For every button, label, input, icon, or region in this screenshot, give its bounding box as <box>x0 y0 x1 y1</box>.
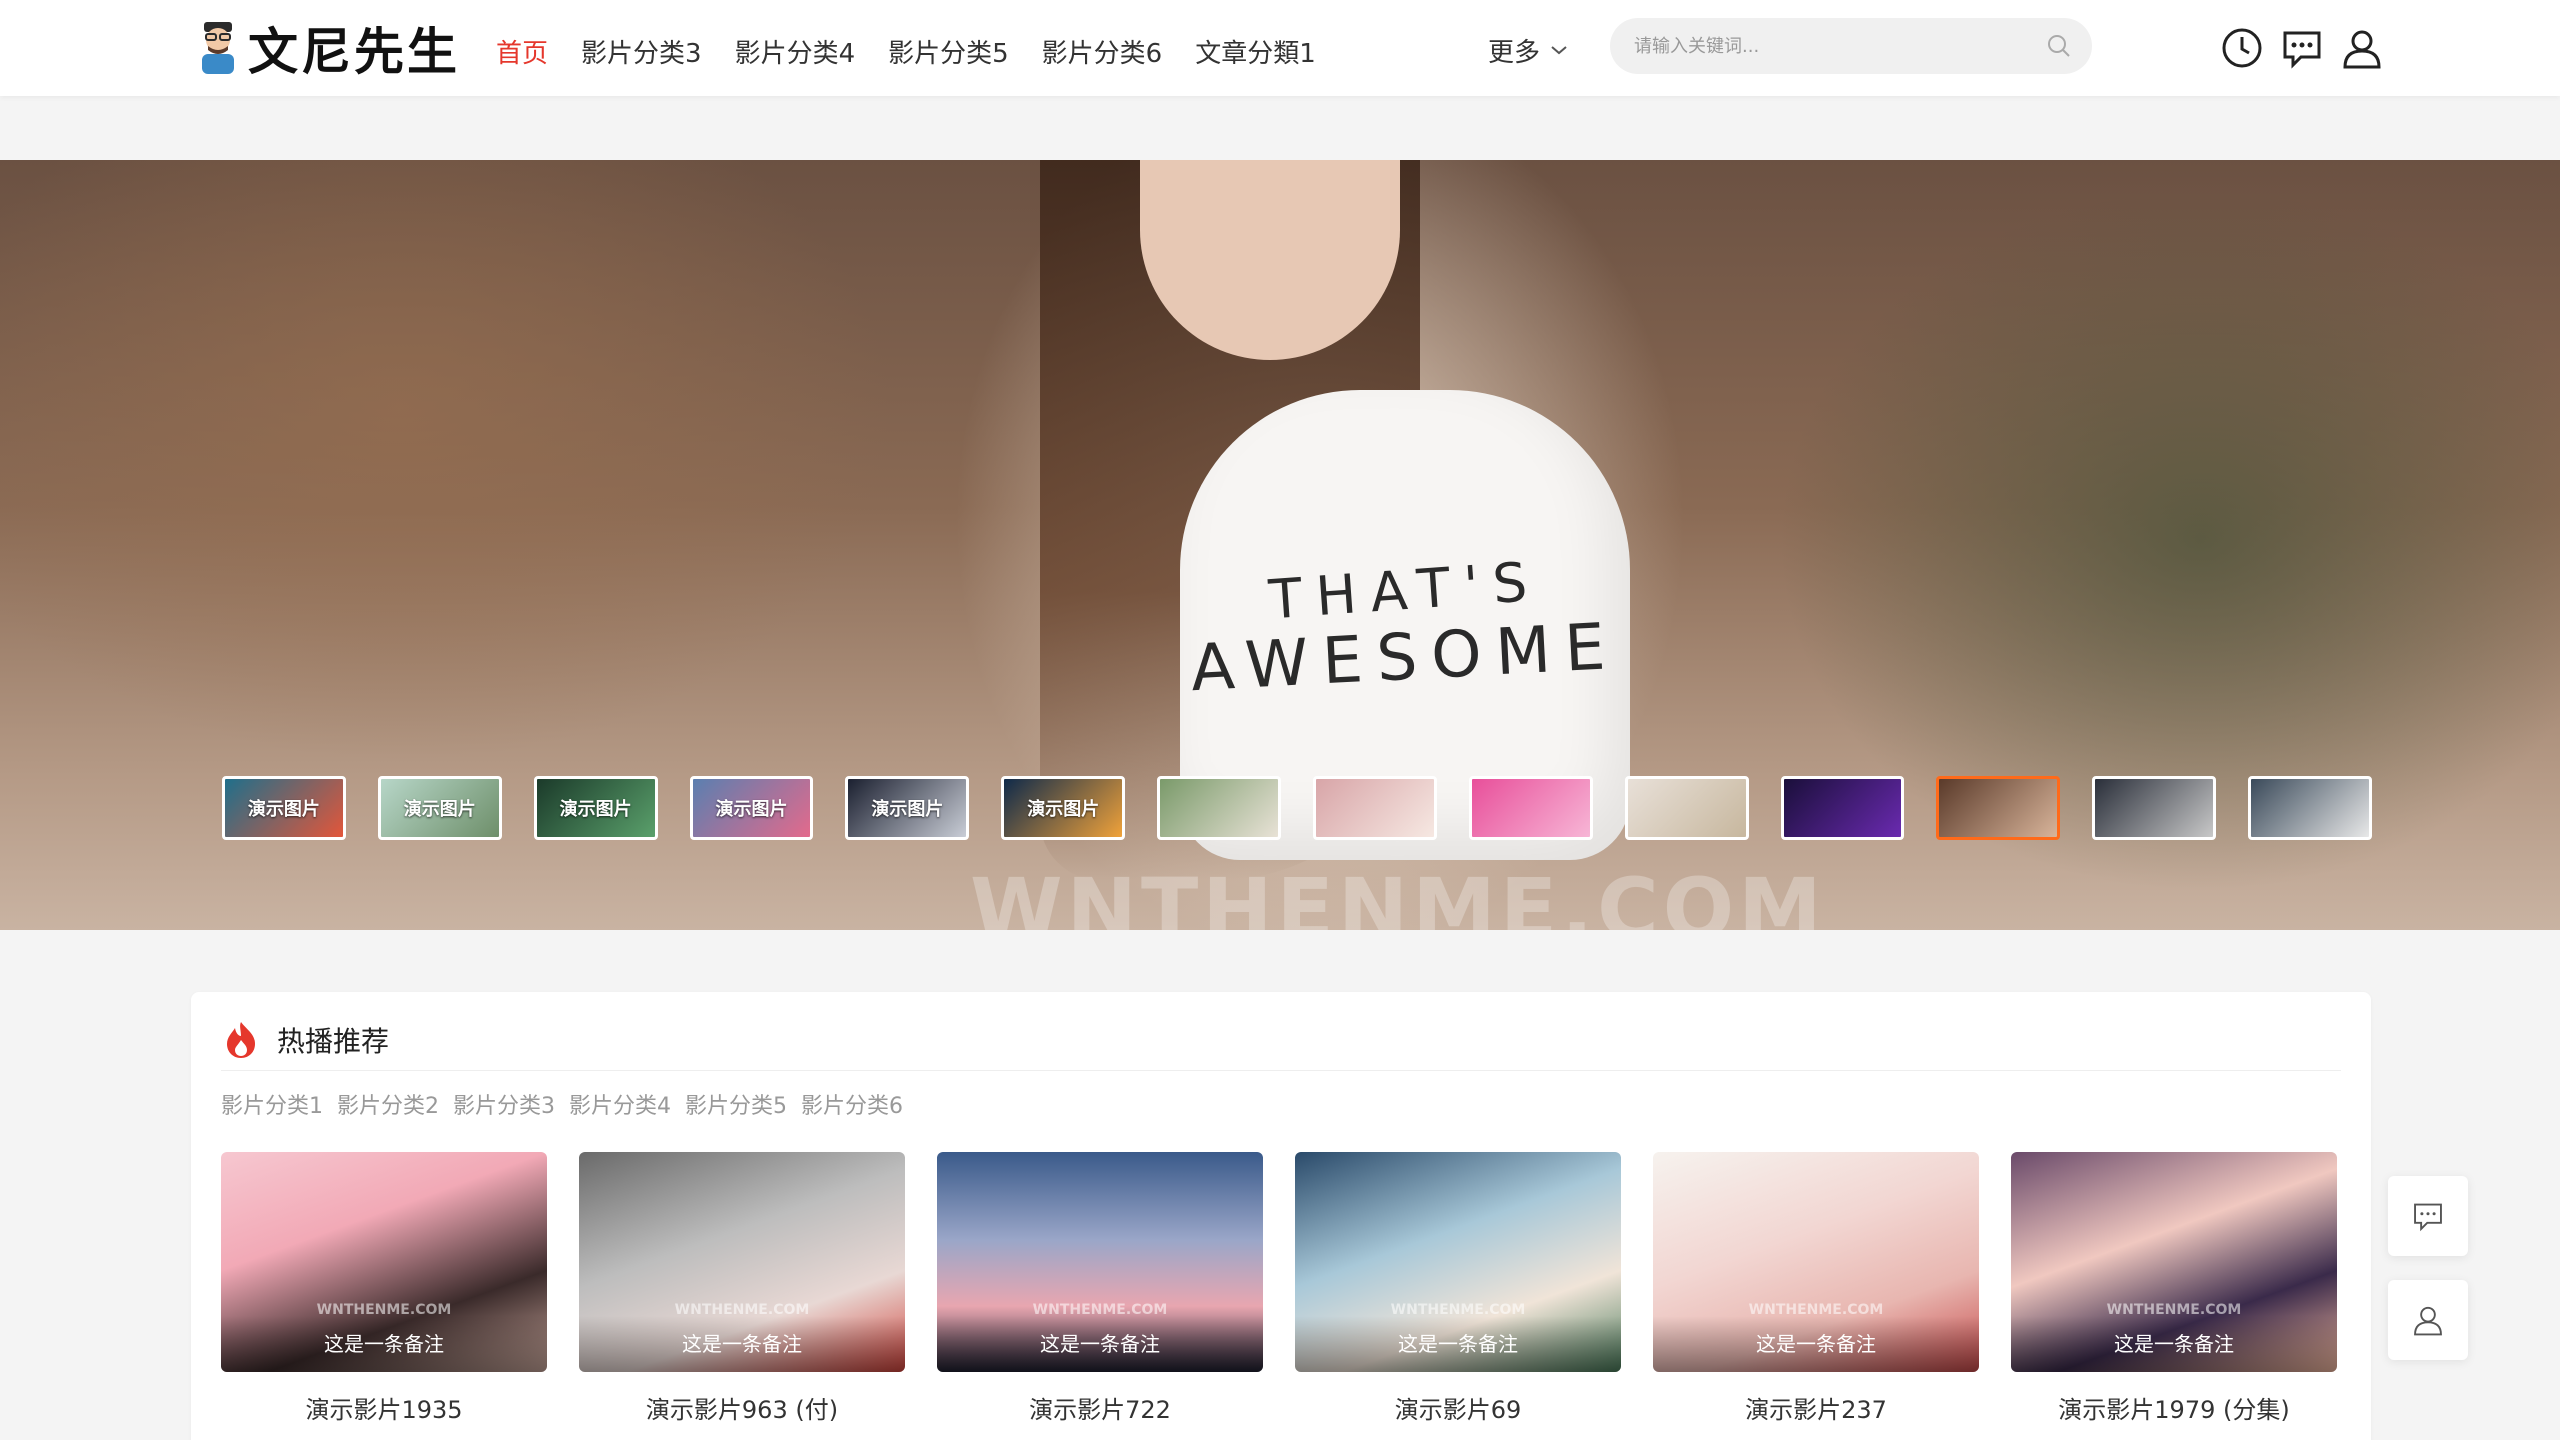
hero-thumbnail[interactable] <box>2092 776 2217 840</box>
poster-note: 这是一条备注 <box>1653 1316 1979 1372</box>
user-icon <box>2343 30 2381 69</box>
float-message-button[interactable] <box>2388 1176 2468 1256</box>
chevron-down-icon <box>1551 46 1567 55</box>
category-link[interactable]: 影片分类1 <box>221 1088 323 1124</box>
hero-thumbnail[interactable] <box>1624 776 1749 840</box>
top-header: 文尼先生 首页 影片分类3 影片分类4 影片分类5 影片分类6 文章分類1 更多 <box>0 0 2560 96</box>
message-icon <box>2283 31 2321 69</box>
nav-item-article-category1[interactable]: 文章分類1 <box>1195 27 1316 70</box>
poster-note: 这是一条备注 <box>579 1316 905 1372</box>
hero-thumbnail[interactable] <box>1313 776 1437 840</box>
hero-thumbnail-label: 演示图片 <box>247 799 320 820</box>
header-icon-group <box>2220 22 2384 74</box>
hero-thumbnail[interactable]: 演示图片 <box>1001 776 1126 840</box>
hero-thumbnail-label: 演示图片 <box>559 799 632 820</box>
hero-thumbnail[interactable] <box>1936 776 2061 840</box>
search-input[interactable] <box>1634 35 2046 57</box>
poster-note: 这是一条备注 <box>221 1316 547 1372</box>
nav-item-category3[interactable]: 影片分类3 <box>581 27 702 70</box>
section-divider <box>221 1070 2341 1071</box>
history-button[interactable] <box>2220 26 2264 70</box>
nav-item-category4[interactable]: 影片分类4 <box>735 27 856 70</box>
poster-thumbnail[interactable]: WNTHENME.COM 这是一条备注 <box>1653 1152 1979 1372</box>
logo-text: 文尼先生 <box>248 23 460 81</box>
more-menu[interactable]: 更多 <box>1488 0 1568 96</box>
category-link[interactable]: 影片分类4 <box>569 1088 671 1124</box>
poster-note: 这是一条备注 <box>2011 1316 2337 1372</box>
hero-thumbnail-label: 演示图片 <box>403 799 476 820</box>
hero-thumbnail[interactable] <box>2248 776 2373 840</box>
category-link[interactable]: 影片分类5 <box>685 1088 787 1124</box>
fire-icon <box>227 1022 255 1058</box>
category-link[interactable]: 影片分类6 <box>801 1088 903 1124</box>
hero-thumbnail-label: 演示图片 <box>1027 799 1100 820</box>
hero-thumbnail[interactable]: 演示图片 <box>222 776 346 840</box>
hero-watermark: WNTHENME.COM <box>970 860 1826 930</box>
message-icon <box>2414 1203 2442 1232</box>
category-link[interactable]: 影片分类3 <box>453 1088 555 1124</box>
clock-icon <box>2222 28 2262 68</box>
main-nav: 首页 影片分类3 影片分类4 影片分类5 影片分类6 文章分類1 <box>496 0 1349 96</box>
section-title: 热播推荐 <box>277 1025 390 1058</box>
poster-card[interactable]: WNTHENME.COM 这是一条备注演示影片237 <box>1653 1152 1979 1425</box>
poster-title[interactable]: 演示影片722 <box>937 1390 1263 1425</box>
poster-card[interactable]: WNTHENME.COM 这是一条备注演示影片722 <box>937 1152 1263 1425</box>
hero-thumbnail[interactable] <box>1468 776 1593 840</box>
user-button[interactable] <box>2340 26 2384 70</box>
poster-card[interactable]: WNTHENME.COM 这是一条备注演示影片963 (付) <box>579 1152 905 1425</box>
nav-item-home[interactable]: 首页 <box>496 27 548 70</box>
hero-thumbnail-label: 演示图片 <box>871 799 944 820</box>
hero-thumbnail[interactable] <box>1780 776 1905 840</box>
hero-thumbnail-label: 演示图片 <box>715 799 788 820</box>
poster-note: 这是一条备注 <box>1295 1316 1621 1372</box>
poster-thumbnail[interactable]: WNTHENME.COM 这是一条备注 <box>1295 1152 1621 1372</box>
poster-thumbnail[interactable]: WNTHENME.COM 这是一条备注 <box>2011 1152 2337 1372</box>
category-link[interactable]: 影片分类2 <box>337 1088 439 1124</box>
poster-thumbnail[interactable]: WNTHENME.COM 这是一条备注 <box>937 1152 1263 1372</box>
poster-grid: WNTHENME.COM 这是一条备注 演示影片1935 WNTHENME.COM 这是… <box>221 1152 2341 1425</box>
hero-thumbnail[interactable]: 演示图片 <box>845 776 970 840</box>
poster-thumbnail[interactable]: WNTHENME.COM 这是一条备注 <box>221 1152 547 1372</box>
more-label: 更多 <box>1488 37 1541 68</box>
poster-title[interactable]: 演示影片69 <box>1295 1390 1621 1425</box>
hero-thumbnail-strip: 演示图片 演示图片 演示图片 演示图片 演示图片 演示图片 <box>222 776 2373 842</box>
hero-thumbnail[interactable]: 演示图片 <box>533 776 658 840</box>
mascot-logo-icon <box>202 22 234 74</box>
search-icon[interactable] <box>2046 33 2072 59</box>
hero-thumbnail[interactable]: 演示图片 <box>689 776 814 840</box>
hot-recommend-section: 热播推荐 影片分类1 影片分类2 影片分类3 影片分类4 影片分类5 影片分类6 WNTH… <box>191 992 2371 1440</box>
poster-note: 这是一条备注 <box>937 1316 1263 1372</box>
nav-item-category6[interactable]: 影片分类6 <box>1042 27 1163 70</box>
poster-thumbnail[interactable]: WNTHENME.COM 这是一条备注 <box>579 1152 905 1372</box>
float-user-button[interactable] <box>2388 1280 2468 1360</box>
poster-card[interactable]: WNTHENME.COM 这是一条备注演示影片69 <box>1295 1152 1621 1425</box>
poster-title[interactable]: 演示影片237 <box>1653 1390 1979 1425</box>
nav-item-category5[interactable]: 影片分类5 <box>888 27 1009 70</box>
poster-card[interactable]: WNTHENME.COM 这是一条备注演示影片1935 <box>221 1152 547 1425</box>
user-icon <box>2414 1306 2442 1336</box>
poster-card[interactable]: WNTHENME.COM 这是一条备注演示影片1979 (分集) <box>2011 1152 2337 1425</box>
category-filter-links: 影片分类1 影片分类2 影片分类3 影片分类4 影片分类5 影片分类6 <box>221 1088 903 1124</box>
poster-title[interactable]: 演示影片1979 (分集) <box>2011 1390 2337 1425</box>
messages-button[interactable] <box>2280 26 2324 70</box>
section-header: 热播推荐 <box>221 1020 389 1060</box>
hero-thumbnail[interactable] <box>1157 776 1282 840</box>
hero-thumbnail[interactable]: 演示图片 <box>377 776 502 840</box>
site-logo[interactable]: 文尼先生 <box>196 16 460 81</box>
hero-shirt-print: THAT'S AWESOME <box>1180 550 1630 707</box>
poster-title[interactable]: 演示影片963 (付) <box>579 1390 905 1425</box>
poster-title[interactable]: 演示影片1935 <box>221 1390 547 1425</box>
search-box <box>1610 18 2092 74</box>
